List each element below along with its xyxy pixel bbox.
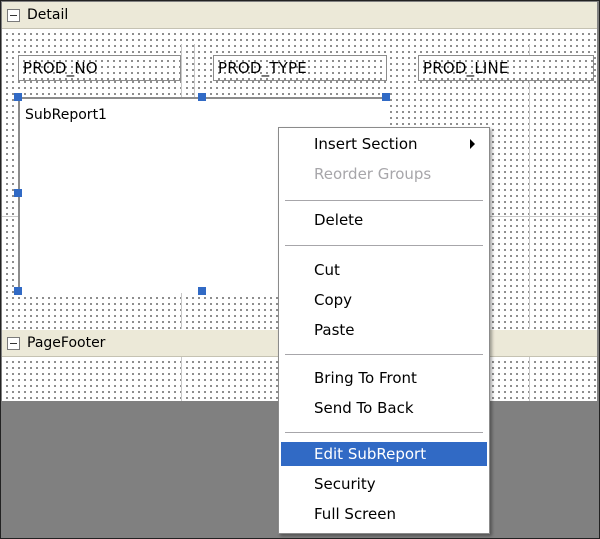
menu-item-delete[interactable]: Delete <box>281 208 487 232</box>
menu-item-label: Copy <box>314 291 353 309</box>
menu-item-label: Full Screen <box>314 505 396 523</box>
menu-separator <box>285 432 483 433</box>
menu-item-bring-to-front[interactable]: Bring To Front <box>281 366 487 390</box>
menu-item-full-screen[interactable]: Full Screen <box>281 502 487 526</box>
guide-line <box>529 44 530 329</box>
field-prod-line-text: PROD_LINE <box>423 59 509 77</box>
menu-item-label: Security <box>314 475 376 493</box>
guide-line <box>529 357 530 401</box>
menu-item-reorder-groups[interactable]: Reorder Groups <box>281 162 487 186</box>
guide-line <box>181 357 182 401</box>
menu-item-paste[interactable]: Paste <box>281 318 487 342</box>
field-prod-no[interactable]: PROD_NO <box>18 55 181 81</box>
detail-section-header[interactable]: Detail <box>2 2 597 29</box>
menu-item-insert-section[interactable]: Insert Section <box>281 132 487 156</box>
resize-handle-icon[interactable] <box>198 287 206 295</box>
guide-line <box>194 44 195 101</box>
menu-item-send-to-back[interactable]: Send To Back <box>281 396 487 420</box>
menu-item-edit-subreport[interactable]: Edit SubReport <box>281 442 487 466</box>
detail-section-label: Detail <box>27 7 69 23</box>
resize-handle-icon[interactable] <box>14 93 22 101</box>
menu-item-cut[interactable]: Cut <box>281 258 487 282</box>
field-prod-type[interactable]: PROD_TYPE <box>213 55 387 81</box>
resize-handle-icon[interactable] <box>14 287 22 295</box>
menu-separator <box>285 245 483 246</box>
context-menu: Insert Section Reorder Groups Delete Cut… <box>278 127 490 534</box>
menu-item-label: Cut <box>314 261 340 279</box>
field-prod-line[interactable]: PROD_LINE <box>418 55 594 81</box>
menu-item-label: Bring To Front <box>314 369 417 387</box>
menu-separator <box>285 354 483 355</box>
subreport-label: SubReport1 <box>25 107 107 123</box>
resize-handle-icon[interactable] <box>14 189 22 197</box>
menu-item-label: Reorder Groups <box>314 165 432 183</box>
field-prod-type-text: PROD_TYPE <box>218 59 307 77</box>
menu-item-security[interactable]: Security <box>281 472 487 496</box>
collapse-pagefooter-icon[interactable] <box>7 336 20 350</box>
pagefooter-section-label: PageFooter <box>27 335 106 351</box>
resize-handle-icon[interactable] <box>382 93 390 101</box>
report-designer: Detail PROD_NO PROD_TYPE PROD_LINE SubRe… <box>0 0 600 539</box>
menu-item-copy[interactable]: Copy <box>281 288 487 312</box>
resize-handle-icon[interactable] <box>198 93 206 101</box>
menu-item-label: Send To Back <box>314 399 414 417</box>
chevron-right-icon <box>470 139 475 149</box>
menu-item-label: Paste <box>314 321 355 339</box>
menu-item-label: Edit SubReport <box>314 445 427 463</box>
menu-item-label: Delete <box>314 211 364 229</box>
menu-item-label: Insert Section <box>314 135 418 153</box>
menu-separator <box>285 200 483 201</box>
field-prod-no-text: PROD_NO <box>23 59 98 77</box>
collapse-detail-icon[interactable] <box>7 8 20 22</box>
